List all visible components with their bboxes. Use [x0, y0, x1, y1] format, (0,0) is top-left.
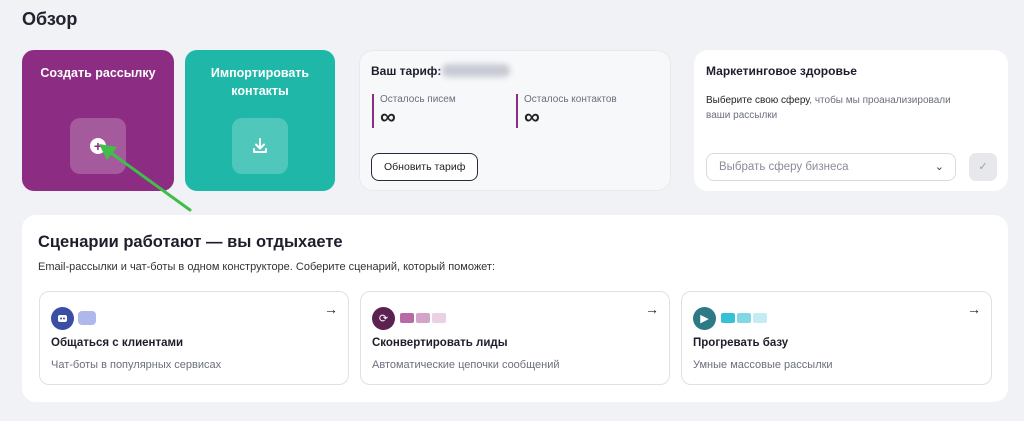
scenario-chat-with-clients[interactable]: → Общаться с клиентами Чат-боты в популя…	[39, 291, 349, 385]
envelope-icon	[416, 313, 430, 323]
import-contacts-icon-box	[232, 118, 288, 174]
chat-bubble-icon	[78, 311, 96, 325]
stat-contacts-left: Осталось контактов ∞	[516, 94, 617, 128]
create-campaign-label: Создать рассылку	[40, 66, 156, 80]
envelope-icon	[753, 313, 767, 323]
infinity-value: ∞	[524, 104, 540, 129]
infinity-value: ∞	[380, 104, 396, 129]
select-placeholder: Выбрать сферу бизнеса	[719, 161, 849, 173]
tariff-title: Ваш тариф:	[371, 64, 442, 78]
arrow-right-icon: →	[967, 301, 981, 317]
import-contacts-label: Импортировать контакты	[210, 66, 310, 98]
scenarios-title: Сценарии работают — вы отдыхаете	[38, 233, 343, 251]
tariff-card: Ваш тариф: Осталось писем ∞ Осталось кон…	[359, 50, 671, 191]
health-description: Выберите свою сферу, чтобы мы проанализи…	[706, 93, 976, 123]
marketing-health-card: Маркетинговое здоровье Выберите свою сфе…	[694, 50, 1008, 191]
arrow-right-icon: →	[324, 301, 338, 317]
scenario-desc: Автоматические цепочки сообщений	[372, 359, 560, 371]
arrow-right-icon: →	[645, 301, 659, 317]
scenario-convert-leads[interactable]: ⟳ → Сконвертировать лиды Автоматические …	[360, 291, 670, 385]
envelope-icon	[737, 313, 751, 323]
confirm-sphere-button[interactable]: ✓	[969, 153, 997, 181]
scenarios-subtitle: Email-рассылки и чат-боты в одном констр…	[38, 261, 496, 273]
health-title: Маркетинговое здоровье	[706, 64, 857, 78]
page-title: Обзор	[22, 9, 78, 29]
scenario-desc: Чат-боты в популярных сервисах	[51, 359, 222, 371]
chatbot-icon	[51, 306, 74, 330]
scenario-name: Сконвертировать лиды	[372, 337, 508, 349]
download-icon	[253, 138, 267, 153]
refresh-icon: ⟳	[372, 306, 395, 330]
upgrade-plan-button[interactable]: Обновить тариф	[371, 153, 479, 181]
scenario-name: Прогревать базу	[693, 337, 789, 349]
scenario-name: Общаться с клиентами	[51, 337, 184, 349]
import-contacts-tile[interactable]: Импортировать контакты	[185, 50, 335, 191]
scenarios-section: Сценарии работают — вы отдыхаете Email-р…	[22, 215, 1008, 402]
business-sphere-select[interactable]: Выбрать сферу бизнеса ⌄	[706, 153, 956, 181]
play-icon: ▶	[693, 306, 716, 330]
envelope-icon	[400, 313, 414, 323]
annotation-arrow-icon	[99, 144, 192, 212]
tariff-name-redacted	[442, 64, 510, 77]
scenario-desc: Умные массовые рассылки	[693, 359, 833, 371]
scenario-icons	[51, 306, 96, 330]
stat-emails-left: Осталось писем ∞	[372, 94, 456, 128]
envelope-icon	[721, 313, 735, 323]
check-icon: ✓	[978, 161, 988, 173]
scenario-warm-up-base[interactable]: ▶ → Прогревать базу Умные массовые рассы…	[681, 291, 992, 385]
scenario-icons: ⟳	[372, 306, 446, 330]
health-desc-strong: Выберите свою сферу	[706, 95, 810, 106]
chevron-down-icon: ⌄	[934, 161, 944, 173]
envelope-icon	[432, 313, 446, 323]
scenario-icons: ▶	[693, 306, 767, 330]
